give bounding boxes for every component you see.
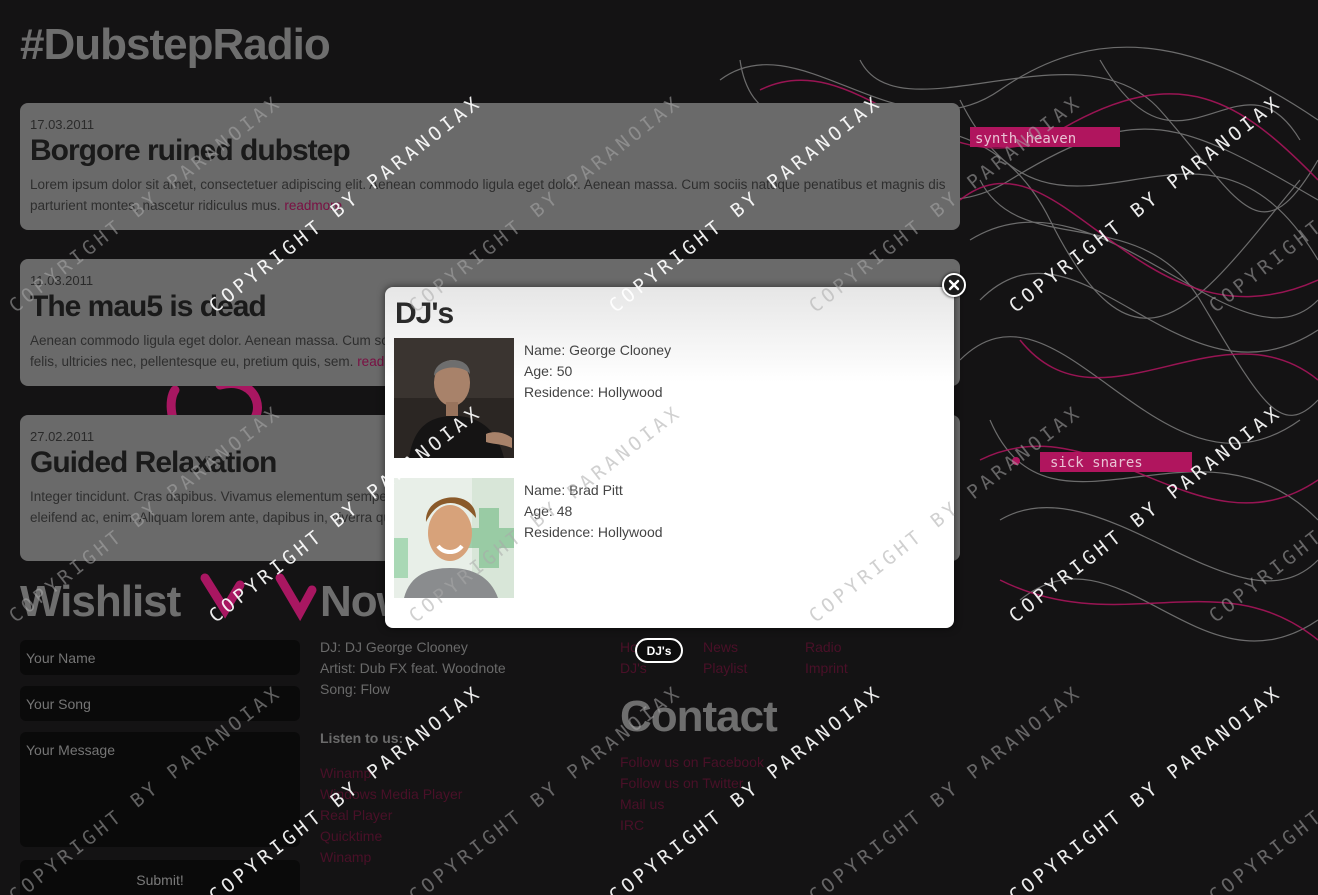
dj-name: Name: George Clooney <box>524 342 672 358</box>
news-date: 17.03.2011 <box>30 117 95 132</box>
dj-name: Name: Brad Pitt <box>524 482 623 498</box>
wishlist-heading: Wishlist <box>20 577 181 626</box>
site-title: #DubstepRadio <box>20 20 331 69</box>
dj-photo-brad-pitt <box>394 478 514 598</box>
news-title: Borgore ruined dubstep <box>30 134 351 167</box>
contact-facebook-link[interactable]: Follow us on Facebook <box>620 754 764 770</box>
player-link-winamp[interactable]: Winamp <box>320 765 371 781</box>
message-input[interactable] <box>20 732 300 847</box>
dj-age: Age: 50 <box>524 363 573 379</box>
modal-title: DJ's <box>395 297 454 330</box>
contact-irc-link[interactable]: IRC <box>620 817 644 833</box>
player-link-wmp[interactable]: Windows Media Player <box>320 786 462 802</box>
listen-title: Listen to us: <box>320 730 404 746</box>
djs-tooltip: DJ's <box>635 638 683 663</box>
news-date: 11.03.2011 <box>30 273 94 288</box>
now-playing-song: Song: Flow <box>320 681 391 697</box>
news-text: Lorem ipsum dolor sit amet, consectetuer… <box>30 174 950 216</box>
contact-twitter-link[interactable]: Follow us on Twitter <box>620 775 743 791</box>
djs-modal: DJ's Name: George Clooney Age: 50 Reside… <box>385 287 954 628</box>
now-playing-dj: DJ: DJ George Clooney <box>320 639 468 655</box>
dj-residence: Residence: Hollywood <box>524 384 663 400</box>
news-card: 17.03.2011 Borgore ruined dubstep Lorem … <box>20 103 960 230</box>
song-input[interactable] <box>20 686 300 721</box>
submit-button[interactable]: Submit! <box>20 860 300 895</box>
player-link-quicktime[interactable]: Quicktime <box>320 828 382 844</box>
nav-news[interactable]: News <box>703 639 738 655</box>
close-icon <box>948 279 960 291</box>
nav-imprint[interactable]: Imprint <box>805 660 848 676</box>
now-playing-artist: Artist: Dub FX feat. Woodnote <box>320 660 506 676</box>
dj-age: Age: 48 <box>524 503 573 519</box>
readmore-link[interactable]: readmore <box>284 198 342 213</box>
nav-radio[interactable]: Radio <box>805 639 842 655</box>
news-body: Lorem ipsum dolor sit amet, consectetuer… <box>30 177 946 213</box>
name-input[interactable] <box>20 640 300 675</box>
nav-playlist[interactable]: Playlist <box>703 660 747 676</box>
contact-mail-link[interactable]: Mail us <box>620 796 664 812</box>
contact-heading: Contact <box>620 692 778 741</box>
player-link-real[interactable]: Real Player <box>320 807 392 823</box>
modal-close-button[interactable] <box>942 273 966 297</box>
dj-photo-george-clooney <box>394 338 514 458</box>
player-link-winamp-2[interactable]: Winamp <box>320 849 371 865</box>
dj-residence: Residence: Hollywood <box>524 524 663 540</box>
